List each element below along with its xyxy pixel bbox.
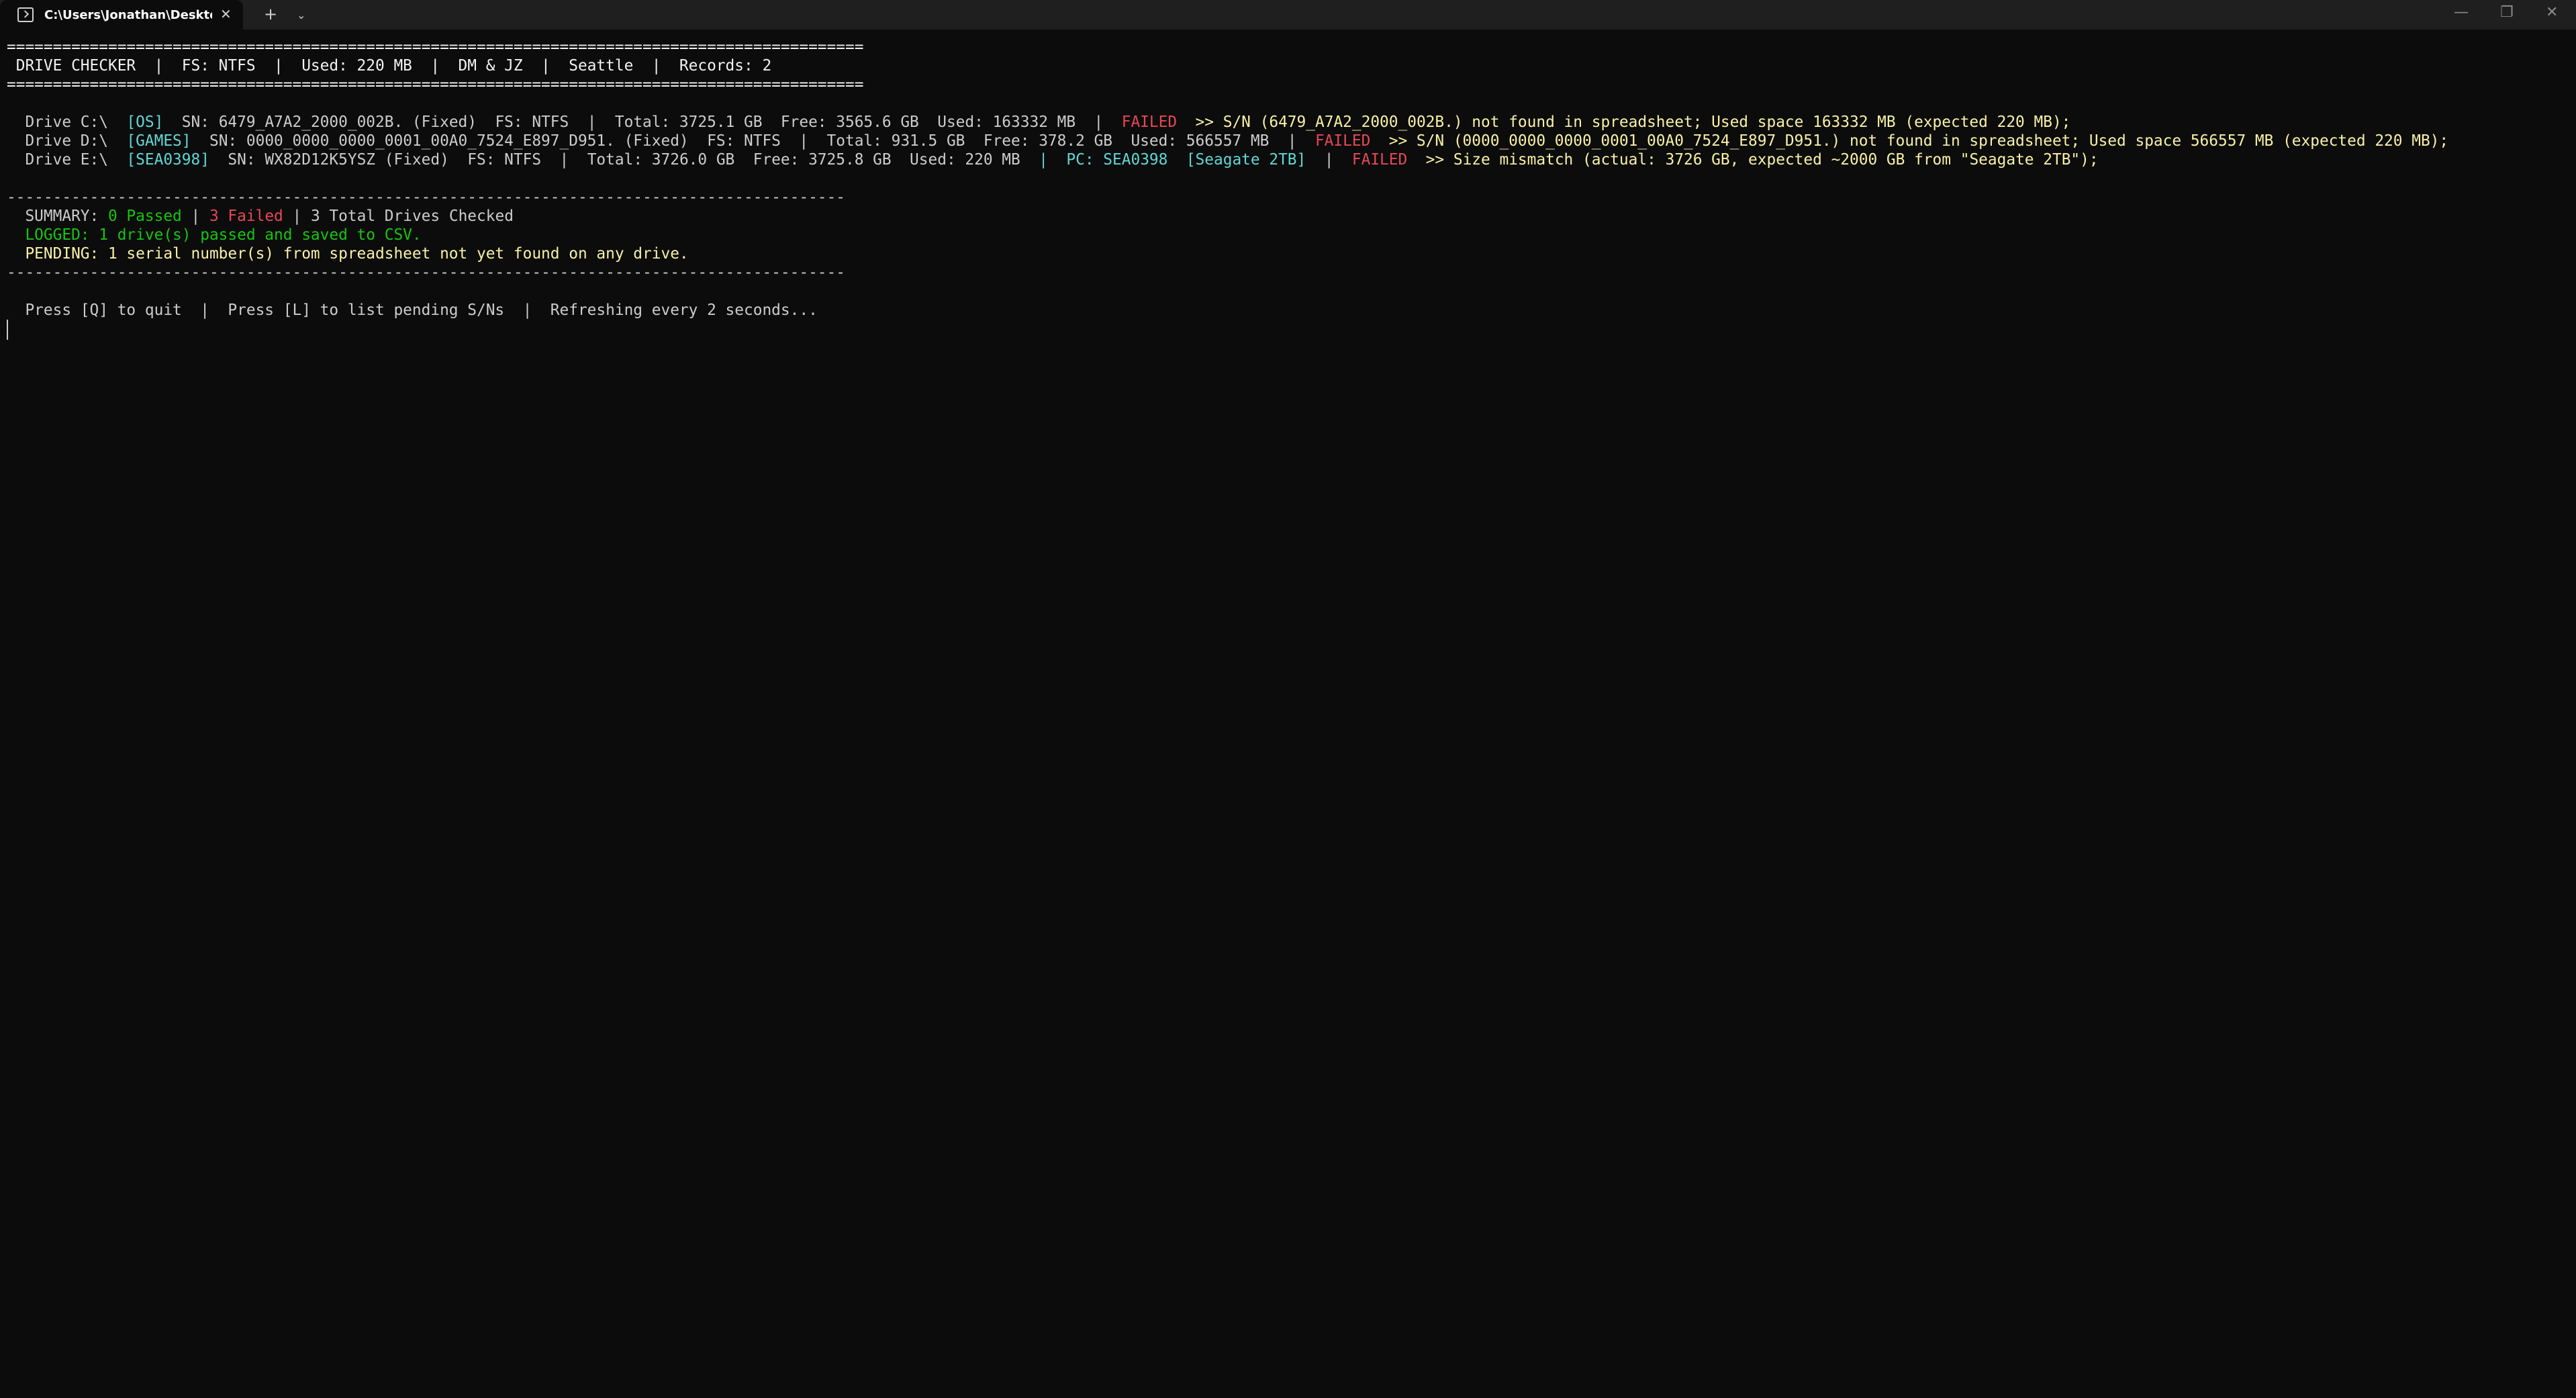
terminal-output[interactable]: ========================================… — [7, 38, 2571, 1387]
chevron-down-icon[interactable]: ⌄ — [297, 7, 305, 24]
summary-passed: 0 Passed — [107, 207, 182, 225]
drive-info: SN: 6479_A7A2_2000_002B. (Fixed) FS: NTF… — [163, 113, 1122, 131]
summary-label: SUMMARY: — [7, 207, 108, 225]
separator-header: ========================================… — [7, 76, 864, 93]
summary-pipe: | — [181, 207, 209, 225]
drive-info: SN: WX82D12K5YSZ (Fixed) FS: NTFS | Tota… — [209, 151, 1039, 169]
separator-summary-bottom: ----------------------------------------… — [7, 264, 845, 281]
status-badge: FAILED — [1121, 113, 1178, 131]
summary-total: | 3 Total Drives Checked — [283, 207, 514, 225]
drive-line-e: Drive E:\ [SEA0398] SN: WX82D12K5YSZ (Fi… — [7, 150, 2099, 169]
pc-separator: | — [1306, 151, 1352, 169]
pc-match: | PC: SEA0398 [Seagate 2TB] — [1039, 151, 1306, 169]
drive-prefix: Drive D:\ — [7, 132, 127, 150]
new-tab-button[interactable]: + — [264, 5, 277, 23]
separator-summary-top: ----------------------------------------… — [7, 189, 845, 206]
terminal-tab[interactable]: C:\Users\Jonathan\Desktop\d ✕ — [0, 0, 243, 30]
minimize-button[interactable]: — — [2454, 4, 2469, 21]
failure-reason: >> S/N (6479_A7A2_2000_002B.) not found … — [1177, 113, 2071, 131]
drive-prefix: Drive C:\ — [7, 113, 127, 131]
drive-info: SN: 0000_0000_0000_0001_00A0_7524_E897_D… — [191, 132, 1315, 150]
status-badge: FAILED — [1315, 132, 1371, 150]
failure-reason: >> Size mismatch (actual: 3726 GB, expec… — [1407, 151, 2099, 169]
title-bar: C:\Users\Jonathan\Desktop\d ✕ + ⌄ — ❐ ✕ — [0, 0, 2576, 30]
summary-line: SUMMARY: 0 Passed | 3 Failed | 3 Total D… — [7, 207, 514, 226]
status-badge: FAILED — [1351, 151, 1408, 169]
footer-hint: Press [Q] to quit | Press [L] to list pe… — [7, 301, 818, 319]
drive-label: [GAMES] — [126, 132, 191, 150]
close-tab-icon[interactable]: ✕ — [220, 7, 232, 21]
header-line: DRIVE CHECKER | FS: NTFS | Used: 220 MB … — [7, 57, 772, 75]
text-cursor — [7, 320, 8, 340]
maximize-button[interactable]: ❐ — [2500, 4, 2514, 21]
separator-top: ========================================… — [7, 38, 864, 56]
terminal-icon — [17, 7, 34, 22]
tab-title: C:\Users\Jonathan\Desktop\d — [44, 7, 212, 22]
drive-prefix: Drive E:\ — [7, 151, 127, 169]
drive-line-c: Drive C:\ [OS] SN: 6479_A7A2_2000_002B. … — [7, 113, 2070, 132]
drive-label: [SEA0398] — [126, 151, 209, 169]
summary-failed: 3 Failed — [209, 207, 283, 225]
drive-label: [OS] — [126, 113, 164, 131]
drive-line-d: Drive D:\ [GAMES] SN: 0000_0000_0000_000… — [7, 132, 2448, 150]
failure-reason: >> S/N (0000_0000_0000_0001_00A0_7524_E8… — [1370, 132, 2449, 150]
logged-line: LOGGED: 1 drive(s) passed and saved to C… — [7, 226, 422, 244]
pending-line: PENDING: 1 serial number(s) from spreads… — [7, 245, 689, 263]
window-close-button[interactable]: ✕ — [2546, 4, 2558, 21]
